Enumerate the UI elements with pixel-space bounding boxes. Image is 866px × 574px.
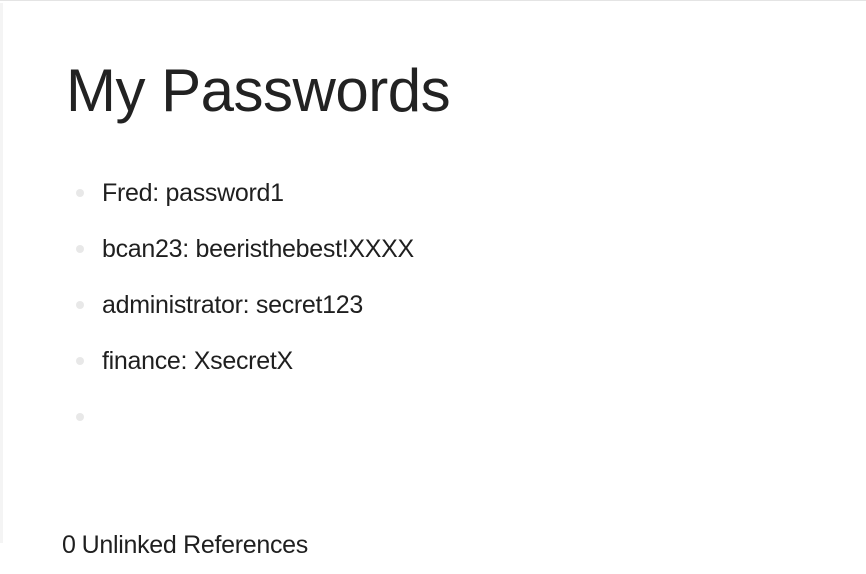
block-text[interactable]: administrator: secret123 (102, 291, 363, 320)
block-item[interactable]: administrator: secret123 (70, 277, 414, 333)
references-count: 0 (62, 531, 76, 559)
block-item[interactable]: Fred: password1 (70, 165, 414, 221)
left-edge-divider (0, 3, 3, 543)
references-label: Unlinked References (81, 531, 309, 559)
bullet-icon[interactable] (76, 245, 84, 253)
block-text[interactable]: bcan23: beeristhebest!XXXX (102, 235, 414, 264)
bullet-icon[interactable] (76, 189, 84, 197)
bullet-icon[interactable] (76, 413, 84, 421)
block-text[interactable]: Fred: password1 (102, 179, 284, 208)
bullet-icon[interactable] (76, 301, 84, 309)
unlinked-references-toggle[interactable]: 0 Unlinked References (62, 531, 308, 560)
block-item[interactable]: bcan23: beeristhebest!XXXX (70, 221, 414, 277)
page-title[interactable]: My Passwords (66, 51, 451, 131)
block-item[interactable]: finance: XsecretX (70, 333, 414, 389)
page-container: My Passwords Fred: password1 bcan23: bee… (0, 0, 866, 574)
block-text[interactable]: finance: XsecretX (102, 347, 293, 376)
bullet-icon[interactable] (76, 357, 84, 365)
block-item-empty[interactable] (70, 389, 414, 445)
block-list: Fred: password1 bcan23: beeristhebest!XX… (70, 165, 414, 445)
